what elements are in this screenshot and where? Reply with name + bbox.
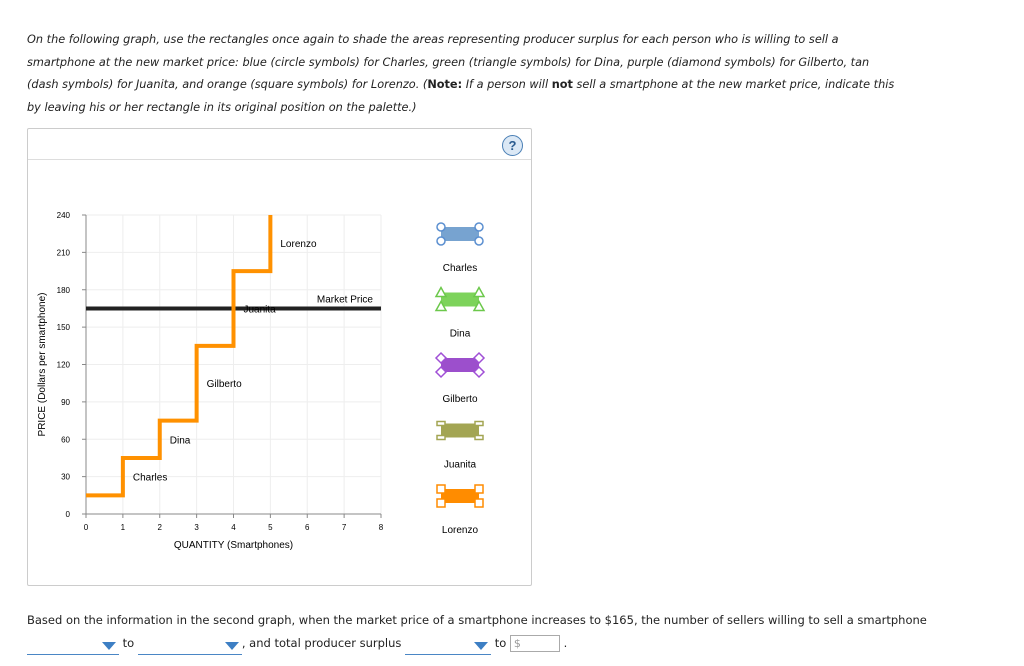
palette-label: Charles [443,263,477,274]
palette-gilberto-rectangle[interactable] [434,351,486,379]
graph-panel: ? 0 30 60 90 120 150 180 210 240 0 1 2 3 4 5 6 7 8 QUANTIT… [27,128,532,586]
palette-dina-rectangle[interactable] [434,285,486,312]
circle-handle-icon[interactable] [436,222,446,232]
y-tick-label: 150 [57,323,71,332]
question: Based on the information in the second g… [27,609,1017,655]
x-tick-label: 3 [194,523,199,532]
x-tick-label: 7 [342,523,347,532]
y-tick-label: 90 [61,398,70,407]
circle-handle-icon[interactable] [474,222,484,232]
to-label: to [122,636,135,650]
sellers-from-dropdown[interactable] [27,638,119,655]
chevron-down-icon [474,642,489,650]
rectangle-fill [441,292,479,307]
instr-text: If a person will [462,78,552,91]
supply-step-label: Dina [170,435,191,446]
rectangle-fill [441,358,479,372]
y-tick-label: 0 [66,510,71,519]
dash-handle-icon[interactable] [436,420,446,427]
x-tick-label: 6 [305,523,310,532]
triangle-handle-icon[interactable] [472,285,486,298]
square-handle-icon[interactable] [436,498,446,508]
y-tick-label: 210 [57,248,71,257]
y-tick-label: 180 [57,286,71,295]
palette-lorenzo-rectangle[interactable] [436,484,484,508]
sellers-to-dropdown[interactable] [137,638,242,655]
dash-handle-icon[interactable] [474,420,484,427]
to-label: to [494,636,507,650]
square-handle-icon[interactable] [474,498,484,508]
chevron-down-icon [102,642,116,650]
x-axis-label: QUANTITY (Smartphones) [174,540,293,551]
palette-juanita-rectangle[interactable] [436,420,484,441]
square-handle-icon[interactable] [474,484,484,494]
dash-handle-icon[interactable] [474,434,484,441]
chevron-down-icon [224,642,239,650]
circle-handle-icon[interactable] [436,236,446,246]
y-tick-label: 60 [61,435,70,444]
palette-label: Juanita [444,460,477,471]
x-tick-label: 8 [379,523,384,532]
surplus-change-dropdown[interactable] [405,638,492,655]
supply-step-label: Lorenzo [280,239,317,250]
supply-curve [86,215,273,498]
market-price-label: Market Price [317,294,374,305]
instructions: On the following graph, use the rectangl… [27,29,897,119]
question-text: Based on the information in the second g… [27,613,927,627]
y-axis-label: PRICE (Dollars per smartphone) [37,293,48,437]
palette-charles-rectangle[interactable] [436,222,484,246]
x-tick-label: 2 [158,523,163,532]
period: . [563,636,568,650]
note-label: Note: [427,78,463,91]
palette-label: Gilberto [442,394,477,405]
dash-handle-icon[interactable] [436,434,446,441]
not-emphasis: not [551,78,573,91]
supply-step-label: Juanita [244,304,277,315]
square-handle-icon[interactable] [436,484,446,494]
y-tick-label: 120 [57,361,71,370]
circle-handle-icon[interactable] [474,236,484,246]
y-tick-label: 240 [57,211,71,220]
palette-label: Dina [450,329,471,340]
supply-chart[interactable]: 0 30 60 90 120 150 180 210 240 0 1 2 3 4 5 6 7 8 QUANTITY … [28,129,531,585]
surplus-input[interactable]: $ [509,635,560,652]
rectangle-fill [441,489,479,503]
y-tick-label: 30 [61,473,70,482]
x-tick-label: 0 [84,523,89,532]
rectangle-fill [441,423,479,438]
palette-label: Lorenzo [442,525,479,536]
x-tick-label: 4 [231,523,236,532]
rectangle-fill [441,227,479,241]
x-tick-label: 5 [268,523,273,532]
supply-step-label: Charles [133,473,167,484]
supply-step-label: Gilberto [207,379,242,390]
question-text: , and total producer surplus [241,636,402,650]
triangle-handle-icon[interactable] [434,285,448,298]
x-tick-label: 1 [121,523,126,532]
